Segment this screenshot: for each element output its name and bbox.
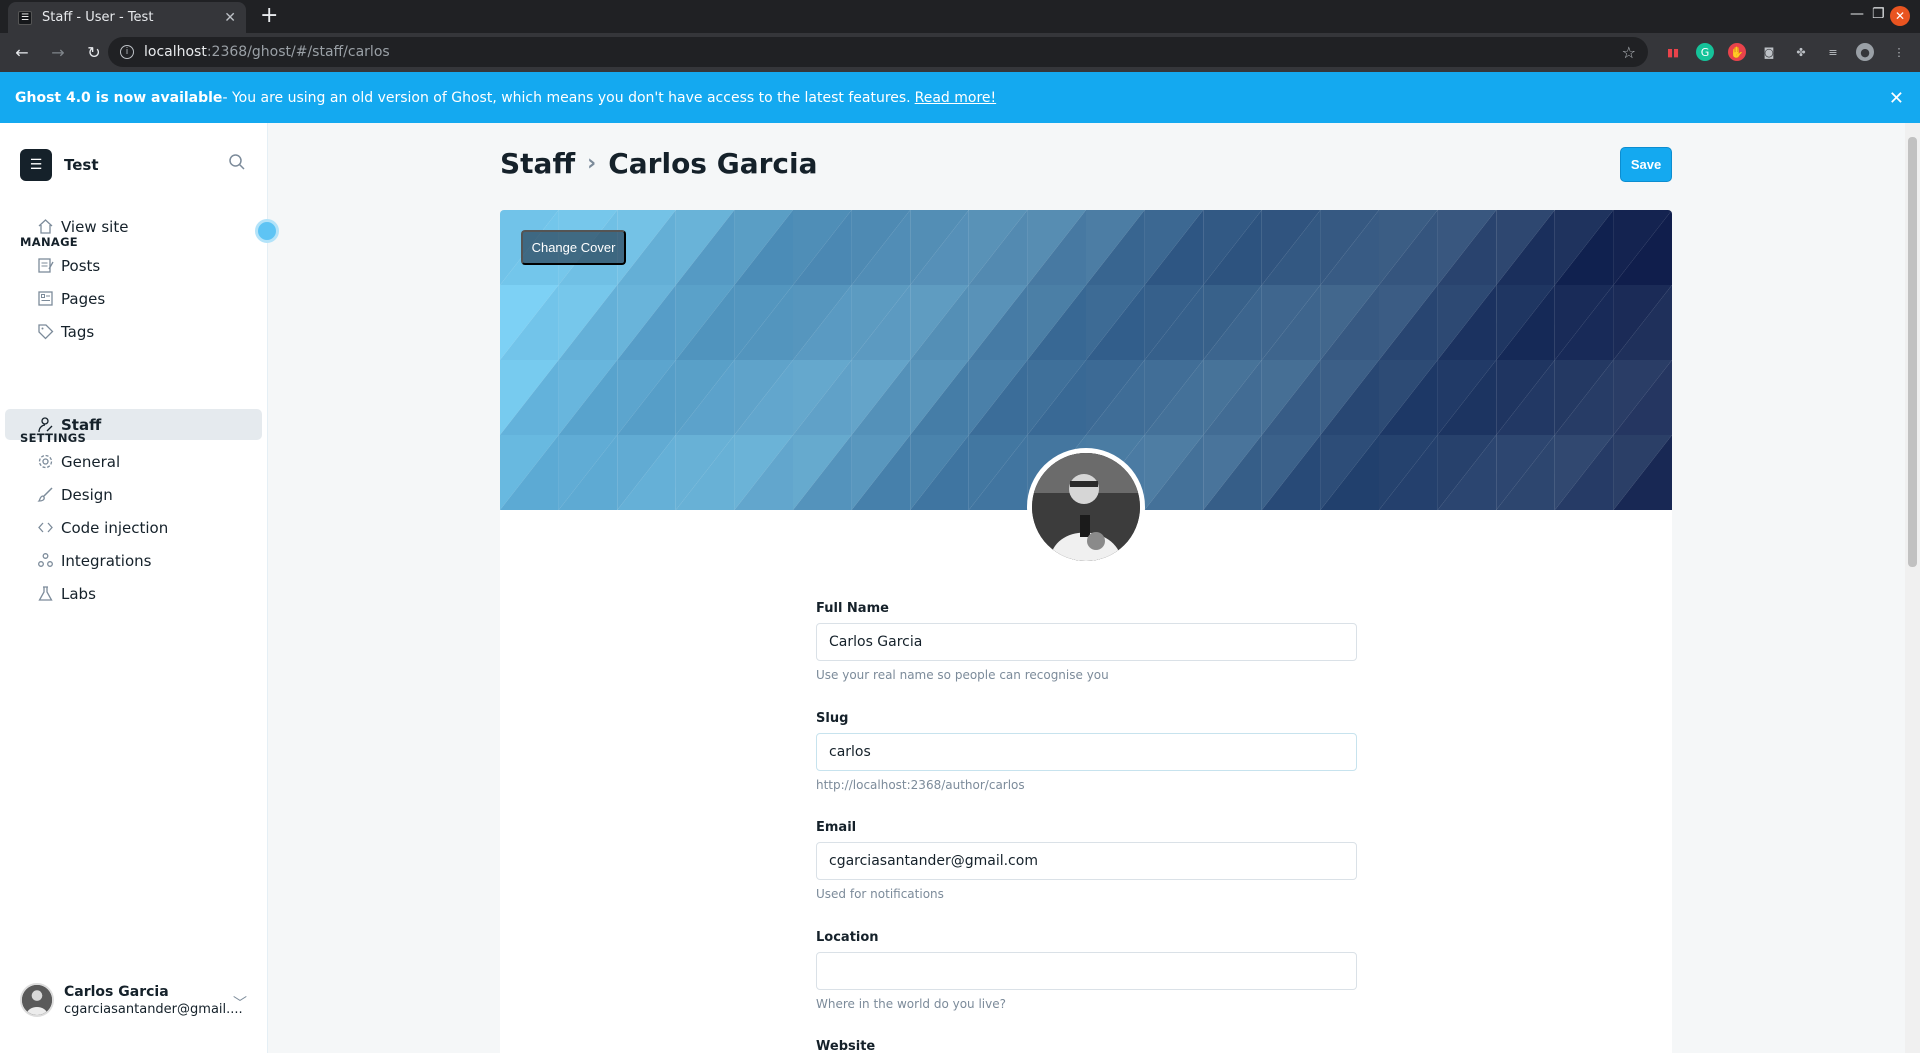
avatar [20,983,54,1017]
flask-icon [38,586,53,601]
sidebar-item-label: View site [61,217,129,236]
settings-section-label: SETTINGS [20,431,87,445]
integrations-icon [38,553,53,567]
slug-input[interactable] [816,733,1357,771]
website-label: Website [816,1039,876,1053]
banner-read-more-link[interactable]: Read more! [915,90,997,106]
ghost-favicon-icon: ☰ [18,10,32,25]
user-menu[interactable]: Carlos Garcia cgarciasantander@gmail.... [20,983,243,1017]
grammarly-icon[interactable]: G [1696,43,1714,61]
search-icon[interactable] [228,153,246,171]
avatar [1032,453,1140,561]
tab-close-icon[interactable]: ✕ [224,10,236,26]
home-icon [38,219,53,234]
posts-icon [38,258,54,273]
user-name: Carlos Garcia [64,983,169,1000]
site-name: Test [64,156,99,174]
browser-tab[interactable]: ☰ Staff - User - Test ✕ [8,2,246,33]
banner-close-icon[interactable]: ✕ [1889,88,1904,109]
sidebar-item-design[interactable]: Design [5,479,262,510]
chevron-right-icon: › [587,151,597,176]
update-banner: Ghost 4.0 is now available - You are usi… [0,72,1920,123]
slug-label: Slug [816,711,849,726]
browser-toolbar: ← → ↻ i localhost:2368/ghost/#/staff/car… [0,33,1920,72]
sidebar-item-pages[interactable]: Pages [5,283,262,314]
change-cover-button[interactable]: Change Cover [521,230,626,265]
address-bar[interactable]: i localhost:2368/ghost/#/staff/carlos ☆ [108,37,1648,67]
scrollbar-thumb[interactable] [1908,137,1917,567]
page-title: Staff › Carlos Garcia [500,147,818,180]
full-name-help: Use your real name so people can recogni… [816,668,1109,682]
site-info-icon[interactable]: i [120,45,134,59]
pages-icon [38,291,53,306]
sidebar-item-integrations[interactable]: Integrations [5,545,262,576]
forward-icon[interactable]: → [44,39,72,67]
slug-help: http://localhost:2368/author/carlos [816,778,1025,792]
profile-icon[interactable]: ● [1856,43,1874,61]
sidebar-item-label: Integrations [61,551,152,570]
sidebar-item-label: Posts [61,256,101,275]
chevron-down-icon[interactable]: ﹀ [233,993,247,1013]
gear-icon [38,454,53,469]
sidebar-item-tags[interactable]: Tags [5,316,262,347]
bookmark-star-icon[interactable]: ☆ [1622,43,1636,62]
manage-section-label: MANAGE [20,235,78,249]
email-field[interactable] [816,842,1357,880]
breadcrumb-staff[interactable]: Staff [500,147,575,180]
notification-pulse-indicator[interactable] [255,219,279,243]
maximize-icon[interactable]: ❐ [1872,6,1885,22]
location-label: Location [816,930,879,945]
extensions-puzzle-icon[interactable]: ✤ [1792,43,1810,61]
extension-red-icon[interactable]: ▮▮ [1664,43,1682,61]
adblock-icon[interactable]: ✋ [1728,43,1746,61]
email-help: Used for notifications [816,887,944,901]
url-text: localhost:2368/ghost/#/staff/carlos [144,44,390,60]
save-button[interactable]: Save [1620,147,1672,182]
user-email: cgarciasantander@gmail.... [64,1001,243,1017]
full-name-input[interactable] [816,623,1357,661]
camera-icon[interactable]: ◙ [1760,43,1778,61]
url-path: :2368/ghost/#/staff/carlos [206,44,390,60]
tab-title: Staff - User - Test [42,10,154,25]
site-brand[interactable]: ☰ Test [20,149,99,181]
media-queue-icon[interactable]: ≡ [1824,43,1842,61]
location-input[interactable] [816,952,1357,990]
minimize-icon[interactable]: — [1850,6,1864,22]
banner-strong: Ghost 4.0 is now available [15,89,223,106]
profile-picture[interactable] [1027,448,1145,566]
sidebar-item-label: Tags [61,322,95,341]
site-logo-icon: ☰ [20,149,52,181]
code-icon [38,522,53,533]
sidebar-item-label: Code injection [61,518,169,537]
email-label: Email [816,820,857,835]
sidebar-item-labs[interactable]: Labs [5,578,262,609]
breadcrumb-current: Carlos Garcia [608,147,818,180]
page-scrollbar[interactable] [1905,123,1920,1053]
banner-text: - You are using an old version of Ghost,… [222,89,911,106]
sidebar: ☰ Test View site MANAGE Posts Pages Tags… [0,123,268,1053]
full-name-label: Full Name [816,601,889,616]
brush-icon [37,487,53,502]
sidebar-item-label: Pages [61,289,106,308]
sidebar-item-code-injection[interactable]: Code injection [5,512,262,543]
reload-icon[interactable]: ↻ [80,39,108,67]
sidebar-item-general[interactable]: General [5,446,262,477]
sidebar-item-posts[interactable]: Posts [5,250,262,281]
sidebar-item-label: Design [61,485,113,504]
back-icon[interactable]: ← [8,39,36,67]
tag-icon [38,324,54,340]
browser-menu-icon[interactable]: ⋮ [1890,43,1908,61]
url-host: localhost [144,44,207,60]
browser-tabstrip: ☰ Staff - User - Test ✕ + — ❐ ✕ [0,0,1920,33]
new-tab-icon[interactable]: + [260,4,278,28]
window-close-icon[interactable]: ✕ [1890,6,1910,26]
sidebar-item-label: General [61,452,121,471]
sidebar-item-label: Labs [61,584,96,603]
location-help: Where in the world do you live? [816,997,1006,1011]
